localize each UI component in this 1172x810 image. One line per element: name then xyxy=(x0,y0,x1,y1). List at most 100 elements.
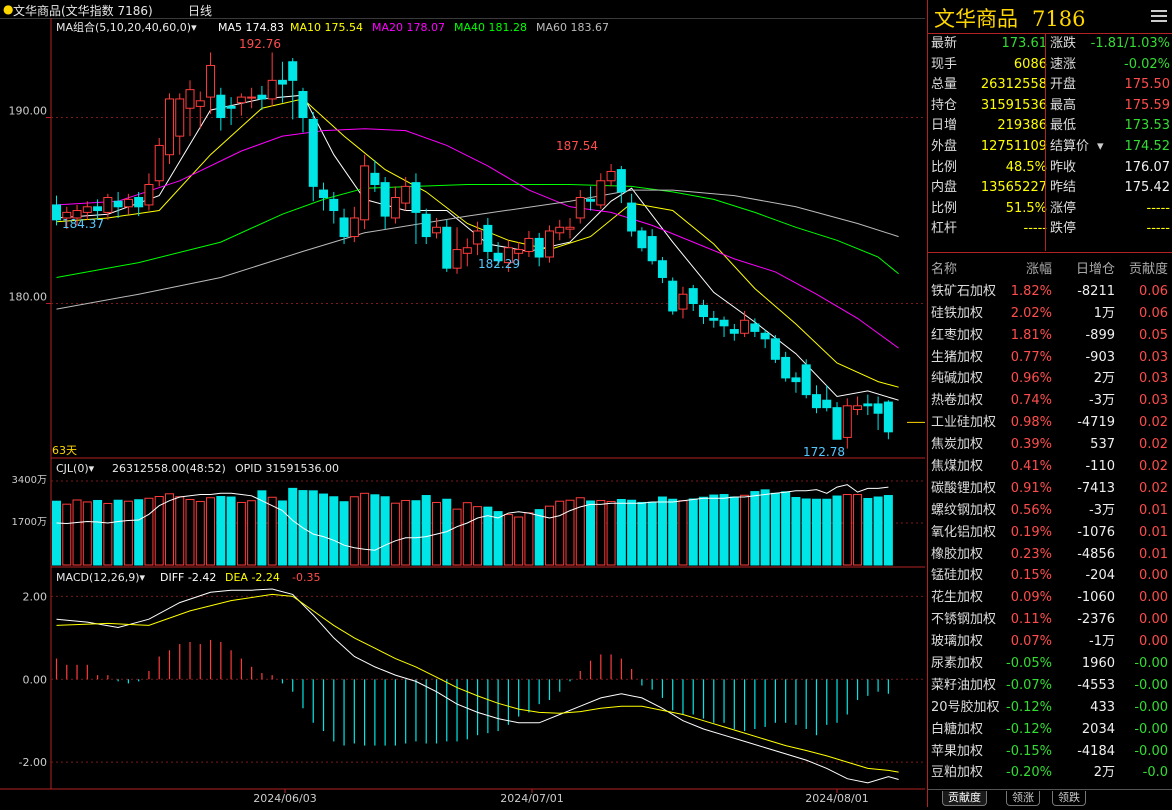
tab-laggards[interactable]: 领跌 xyxy=(1052,791,1086,806)
volume-bar[interactable] xyxy=(308,490,318,566)
volume-bar[interactable] xyxy=(93,499,103,566)
volume-bar[interactable] xyxy=(811,498,821,566)
candle[interactable] xyxy=(514,249,524,254)
contrib-row[interactable]: 生猪加权 0.77% -903 0.03 xyxy=(928,347,1172,369)
contrib-row[interactable]: 20号胶加权 -0.12% 433 -0.00 xyxy=(928,697,1172,719)
candle[interactable] xyxy=(442,226,452,269)
volume-bar[interactable] xyxy=(719,494,729,566)
volume-bar[interactable] xyxy=(206,497,216,566)
candle[interactable] xyxy=(175,98,185,137)
volume-bar[interactable] xyxy=(360,492,370,566)
candle[interactable] xyxy=(113,200,123,208)
candle[interactable] xyxy=(750,323,760,332)
volume-bar[interactable] xyxy=(853,494,863,566)
contrib-row[interactable]: 工业硅加权 0.98% -4719 0.02 xyxy=(928,412,1172,434)
candle[interactable] xyxy=(164,98,174,156)
candle[interactable] xyxy=(740,319,750,334)
contrib-row[interactable]: 不锈钢加权 0.11% -2376 0.00 xyxy=(928,609,1172,631)
volume-bar[interactable] xyxy=(544,505,554,566)
candle[interactable] xyxy=(390,197,400,219)
volume-bar[interactable] xyxy=(370,494,380,566)
candle[interactable] xyxy=(873,403,883,414)
contrib-row[interactable]: 氧化铝加权 0.19% -1076 0.01 xyxy=(928,522,1172,544)
volume-bar[interactable] xyxy=(411,500,421,566)
volume-bar[interactable] xyxy=(319,493,329,566)
volume-bar[interactable] xyxy=(647,501,657,566)
volume-bar[interactable] xyxy=(678,500,688,566)
volume-bar[interactable] xyxy=(801,498,811,566)
volume-bar[interactable] xyxy=(586,500,596,566)
volume-bar[interactable] xyxy=(832,495,842,566)
volume-bar[interactable] xyxy=(103,502,113,566)
candle[interactable] xyxy=(360,165,370,221)
volume-indicator-label[interactable]: CJL(0)▾ xyxy=(56,462,95,475)
volume-bar[interactable] xyxy=(842,494,852,566)
volume-bar[interactable] xyxy=(82,501,92,566)
candle[interactable] xyxy=(277,79,287,85)
candle[interactable] xyxy=(688,288,698,305)
volume-bar[interactable] xyxy=(657,496,667,566)
candle[interactable] xyxy=(185,89,195,109)
candle[interactable] xyxy=(842,405,852,438)
instrument-title[interactable]: 文华商品(文华指数 7186) xyxy=(13,2,153,19)
candle[interactable] xyxy=(236,96,246,104)
volume-bar[interactable] xyxy=(123,500,133,566)
contrib-header-cell[interactable]: 涨幅 xyxy=(1026,259,1052,281)
candle[interactable] xyxy=(801,364,811,396)
contrib-row[interactable]: 铁矿石加权 1.82% -8211 0.06 xyxy=(928,281,1172,303)
menu-icon[interactable] xyxy=(1151,10,1167,25)
candle[interactable] xyxy=(760,332,770,340)
candle[interactable] xyxy=(637,230,647,249)
candle[interactable] xyxy=(288,61,298,81)
volume-bar[interactable] xyxy=(688,498,698,566)
candle[interactable] xyxy=(144,183,154,206)
volume-bar[interactable] xyxy=(729,496,739,566)
candle[interactable] xyxy=(770,338,780,360)
candle[interactable] xyxy=(811,394,821,409)
contrib-row[interactable]: 尿素加权 -0.05% 1960 -0.00 xyxy=(928,653,1172,675)
candle[interactable] xyxy=(452,249,462,269)
volume-bar[interactable] xyxy=(503,514,513,566)
volume-bar[interactable] xyxy=(555,500,565,566)
candle[interactable] xyxy=(298,91,308,119)
volume-bar[interactable] xyxy=(226,496,236,566)
contrib-row[interactable]: 白糖加权 -0.12% 2034 -0.00 xyxy=(928,719,1172,741)
contrib-row[interactable]: 玻璃加权 0.07% -1万 0.00 xyxy=(928,631,1172,653)
contrib-row[interactable]: 橡胶加权 0.23% -4856 0.01 xyxy=(928,544,1172,566)
volume-bar[interactable] xyxy=(863,497,873,566)
candle[interactable] xyxy=(822,399,832,409)
candle[interactable] xyxy=(257,94,267,100)
candle[interactable] xyxy=(709,317,719,321)
candle[interactable] xyxy=(123,198,133,208)
candle[interactable] xyxy=(206,64,216,98)
candle[interactable] xyxy=(411,182,421,213)
volume-bar[interactable] xyxy=(62,503,72,566)
volume-bar[interactable] xyxy=(175,496,185,566)
volume-bar[interactable] xyxy=(534,509,544,566)
candle[interactable] xyxy=(616,169,626,193)
volume-bar[interactable] xyxy=(596,499,606,566)
volume-bar[interactable] xyxy=(524,512,534,566)
volume-bar[interactable] xyxy=(329,496,339,566)
volume-bar[interactable] xyxy=(72,499,82,566)
candle[interactable] xyxy=(401,185,411,204)
volume-bar[interactable] xyxy=(52,500,61,566)
volume-bar[interactable] xyxy=(740,494,750,566)
volume-bar[interactable] xyxy=(514,516,524,566)
volume-bar[interactable] xyxy=(236,501,246,566)
volume-bar[interactable] xyxy=(216,496,226,566)
candle[interactable] xyxy=(267,79,277,100)
chart-area[interactable]: 190.00 180.00 192.76 184.37 187.54 182.29 172.… xyxy=(0,18,925,807)
candle[interactable] xyxy=(729,329,739,334)
candle[interactable] xyxy=(524,237,534,252)
contrib-row[interactable]: 花生加权 0.09% -1060 0.00 xyxy=(928,587,1172,609)
candle[interactable] xyxy=(216,94,226,119)
contrib-row[interactable]: 热卷加权 0.74% -3万 0.03 xyxy=(928,390,1172,412)
contrib-row[interactable]: 菜籽油加权 -0.07% -4553 -0.00 xyxy=(928,675,1172,697)
contrib-row[interactable]: 焦炭加权 0.39% 537 0.02 xyxy=(928,434,1172,456)
contrib-row[interactable]: 硅铁加权 2.02% 1万 0.06 xyxy=(928,303,1172,325)
candle[interactable] xyxy=(431,226,441,234)
candle[interactable] xyxy=(103,197,113,213)
volume-bar[interactable] xyxy=(668,498,678,566)
volume-bar[interactable] xyxy=(185,498,195,566)
